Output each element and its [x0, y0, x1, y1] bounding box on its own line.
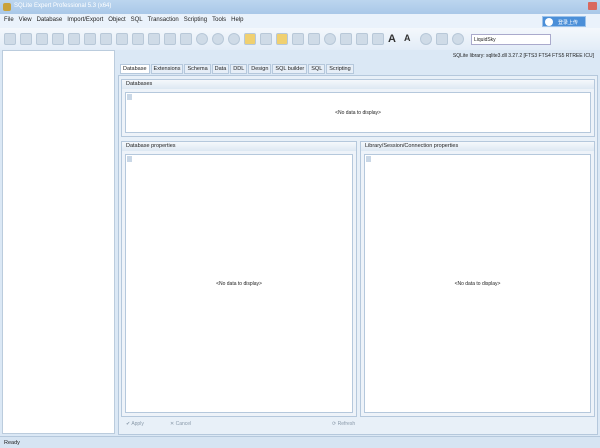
databases-panel: Databases <No data to display> — [121, 79, 595, 137]
empty-message: <No data to display> — [454, 280, 501, 287]
database-properties-grid[interactable]: <No data to display> — [125, 154, 353, 413]
info-icon[interactable] — [452, 33, 464, 45]
apply-button[interactable]: ✔ Apply — [126, 421, 144, 427]
document2-icon[interactable] — [356, 33, 368, 45]
menu-object[interactable]: Object — [108, 17, 125, 28]
main-area: Databases <No data to display> Database … — [118, 75, 598, 435]
tab-sql[interactable]: SQL — [308, 64, 326, 74]
login-button[interactable]: 登录上传 — [542, 16, 586, 27]
script-icon[interactable] — [292, 33, 304, 45]
font-decrease-icon[interactable]: A — [404, 33, 416, 45]
empty-message: <No data to display> — [216, 280, 262, 287]
empty-message: <No data to display> — [335, 109, 381, 116]
tab-data[interactable]: Data — [211, 64, 230, 74]
menu-tools[interactable]: Tools — [212, 17, 226, 28]
tab-ddl[interactable]: DDL — [230, 64, 248, 74]
menu-bar: File View Database Import/Export Object … — [0, 14, 600, 28]
new-view-icon[interactable] — [116, 33, 128, 45]
menu-sql[interactable]: SQL — [131, 17, 143, 28]
settings-icon[interactable] — [436, 33, 448, 45]
attach-database-icon[interactable] — [36, 33, 48, 45]
cancel-button[interactable]: ✕ Cancel — [170, 421, 191, 427]
import-icon[interactable] — [164, 33, 176, 45]
close-button[interactable] — [588, 2, 597, 10]
copy-icon[interactable] — [68, 33, 80, 45]
tab-database[interactable]: Database — [120, 64, 150, 74]
menu-scripting[interactable]: Scripting — [184, 17, 207, 28]
database-properties-panel: Database properties <No data to display> — [121, 141, 357, 417]
status-bar: Ready — [0, 436, 600, 448]
search-icon[interactable] — [372, 33, 384, 45]
library-properties-panel: Library/Session/Connection properties <N… — [360, 141, 595, 417]
app-icon — [3, 3, 11, 11]
apply-label: Apply — [131, 421, 144, 427]
menu-transaction[interactable]: Transaction — [148, 17, 179, 28]
menu-file[interactable]: File — [4, 17, 14, 28]
tab-design[interactable]: Design — [248, 64, 272, 74]
record-icon[interactable] — [324, 33, 336, 45]
new-table-icon[interactable] — [100, 33, 112, 45]
document-icon[interactable] — [340, 33, 352, 45]
open-database-icon[interactable] — [4, 33, 16, 45]
cancel-label: Cancel — [175, 421, 192, 427]
new-database-icon[interactable] — [20, 33, 32, 45]
folder-icon[interactable] — [244, 33, 256, 45]
refresh-button[interactable]: ⟳ Refresh — [332, 421, 355, 427]
library-properties-header: Library/Session/Connection properties — [361, 142, 594, 151]
main-tabs: Database Extensions Schema Data DDL Desi… — [120, 64, 354, 74]
database-icon[interactable] — [276, 33, 288, 45]
skin-select[interactable]: LiquidSky — [471, 33, 551, 45]
play-icon[interactable] — [196, 33, 208, 45]
new-trigger-icon[interactable] — [132, 33, 144, 45]
refresh-label: Refresh — [337, 421, 356, 427]
stop-icon[interactable] — [212, 33, 224, 45]
tab-extensions[interactable]: Extensions — [150, 64, 184, 74]
font-increase-icon[interactable]: A — [388, 33, 400, 45]
menu-view[interactable]: View — [19, 17, 32, 28]
tab-sql-builder[interactable]: SQL builder — [272, 64, 308, 74]
detach-database-icon[interactable] — [52, 33, 64, 45]
window-title: SQLite Expert Professional 5.3 (x64) — [14, 3, 112, 9]
menu-database[interactable]: Database — [37, 17, 63, 28]
help-icon[interactable] — [420, 33, 432, 45]
toolbar: A A LiquidSky — [0, 28, 600, 50]
database-properties-header: Database properties — [122, 142, 356, 151]
tab-scripting[interactable]: Scripting — [326, 64, 354, 74]
status-text: Ready — [4, 440, 20, 446]
library-properties-grid[interactable]: <No data to display> — [364, 154, 591, 413]
title-bar: SQLite Expert Professional 5.3 (x64) — [0, 0, 600, 14]
menu-import-export[interactable]: Import/Export — [67, 17, 103, 28]
sqlite-library-info: SQLite library: sqlite3.dll 3.27.2 [FTS3… — [452, 53, 594, 59]
tab-schema[interactable]: Schema — [184, 64, 211, 74]
new-index-icon[interactable] — [148, 33, 160, 45]
menu-help[interactable]: Help — [231, 17, 243, 28]
database-tree[interactable] — [2, 50, 115, 434]
databases-grid[interactable]: <No data to display> — [125, 92, 591, 133]
paste-icon[interactable] — [84, 33, 96, 45]
script-run-icon[interactable] — [308, 33, 320, 45]
skip-icon[interactable] — [228, 33, 240, 45]
databases-header: Databases — [122, 80, 594, 89]
export-icon[interactable] — [180, 33, 192, 45]
sql-file-icon[interactable] — [260, 33, 272, 45]
